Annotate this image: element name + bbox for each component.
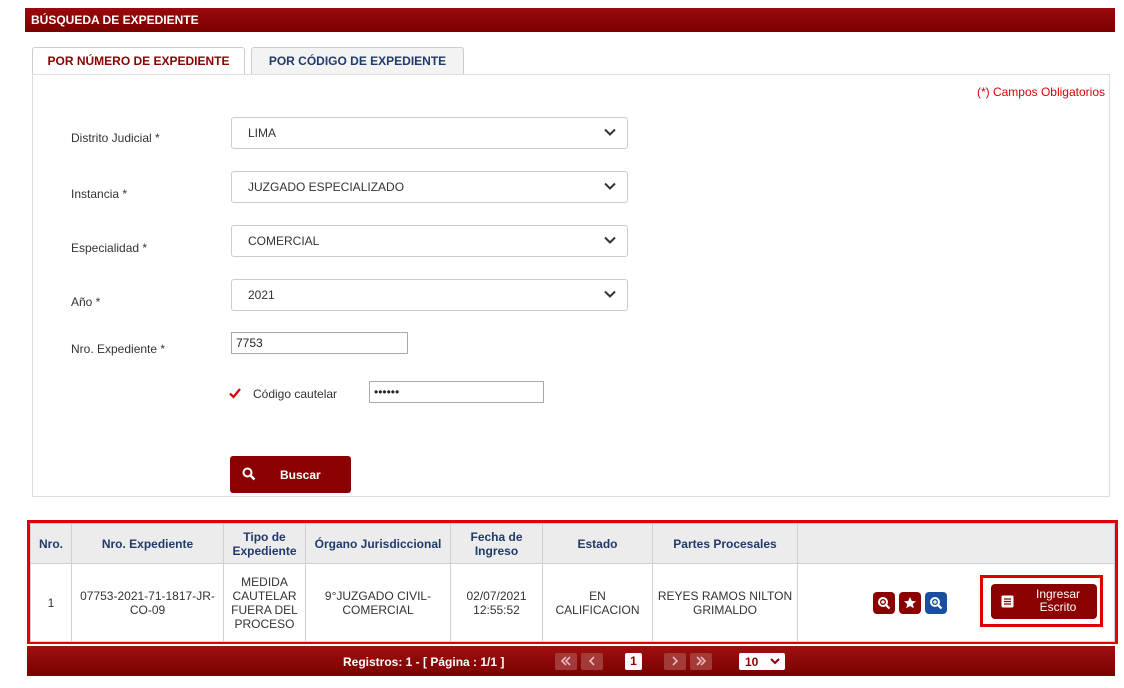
table-row: 1 07753-2021-71-1817-JR-CO-09 MEDIDA CAU… <box>30 563 1115 642</box>
pagination-info: Registros: 1 - [ Página : 1/1 ] <box>343 655 505 669</box>
codigo-cautelar-label: Código cautelar <box>253 387 338 401</box>
document-icon <box>1001 595 1014 608</box>
pagination-bar: Registros: 1 - [ Página : 1/1 ] 1 10 <box>27 646 1115 676</box>
chevron-down-icon <box>604 128 616 136</box>
last-page-button[interactable] <box>690 653 712 670</box>
header-bar: BÚSQUEDA DE EXPEDIENTE <box>25 8 1115 32</box>
next-page-icon <box>672 656 679 666</box>
first-page-button[interactable] <box>555 653 577 670</box>
check-icon[interactable] <box>228 386 242 400</box>
first-page-icon <box>560 656 571 666</box>
view-detail-button[interactable] <box>873 592 895 614</box>
tab-por-codigo[interactable]: POR CÓDIGO DE EXPEDIENTE <box>251 47 464 75</box>
results-table-container: Nro. Nro. Expediente Tipo de Expediente … <box>27 520 1118 644</box>
tab-por-numero[interactable]: POR NÚMERO DE EXPEDIENTE <box>32 47 245 76</box>
next-page-button[interactable] <box>664 653 686 670</box>
nro-expediente-input[interactable] <box>231 332 408 354</box>
star-icon <box>904 597 916 609</box>
results-table: Nro. Nro. Expediente Tipo de Expediente … <box>30 523 1115 642</box>
col-tipo: Tipo de Expediente <box>223 523 306 564</box>
col-acciones <box>797 523 1115 564</box>
distrito-label: Distrito Judicial * <box>71 131 160 145</box>
cell-partes: REYES RAMOS NILTON GRIMALDO <box>652 563 798 642</box>
instancia-value: JUZGADO ESPECIALIZADO <box>248 180 405 194</box>
cell-fecha: 02/07/2021 12:55:52 <box>450 563 543 642</box>
zoom-icon <box>878 597 891 610</box>
search-button[interactable]: Buscar <box>230 456 351 493</box>
prev-page-icon <box>588 656 595 666</box>
chevron-down-icon <box>770 658 780 665</box>
search-icon <box>242 467 256 481</box>
col-fecha: Fecha de Ingreso <box>450 523 543 564</box>
cell-nro: 1 <box>30 563 72 642</box>
instancia-select[interactable]: JUZGADO ESPECIALIZADO <box>231 171 628 203</box>
ingresar-escrito-label: Ingresar Escrito <box>1035 587 1081 614</box>
ingresar-escrito-button[interactable]: Ingresar Escrito <box>991 584 1097 619</box>
especialidad-value: COMERCIAL <box>248 234 320 248</box>
anio-value: 2021 <box>248 288 275 302</box>
page-1-button[interactable]: 1 <box>625 653 642 670</box>
favorite-button[interactable] <box>899 592 921 614</box>
last-page-icon <box>696 656 707 666</box>
col-organo: Órgano Jurisdiccional <box>305 523 451 564</box>
distrito-value: LIMA <box>248 126 277 140</box>
zoom-icon <box>930 597 943 610</box>
chevron-down-icon <box>604 236 616 244</box>
nro-expediente-label: Nro. Expediente * <box>71 342 166 356</box>
chevron-down-icon <box>604 290 616 298</box>
search-detail-button[interactable] <box>925 592 947 614</box>
cell-tipo: MEDIDA CAUTELAR FUERA DEL PROCESO <box>223 563 306 642</box>
page-title: BÚSQUEDA DE EXPEDIENTE <box>31 13 199 27</box>
search-panel: POR NÚMERO DE EXPEDIENTE POR CÓDIGO DE E… <box>32 47 1110 497</box>
required-note: (*) Campos Obligatorios <box>976 85 1105 99</box>
cell-expediente: 07753-2021-71-1817-JR-CO-09 <box>71 563 224 642</box>
instancia-label: Instancia * <box>71 187 128 201</box>
page-size-value: 10 <box>745 655 759 669</box>
distrito-select[interactable]: LIMA <box>231 117 628 149</box>
prev-page-button[interactable] <box>581 653 603 670</box>
especialidad-select[interactable]: COMERCIAL <box>231 225 628 257</box>
especialidad-label: Especialidad * <box>71 241 148 255</box>
col-partes: Partes Procesales <box>652 523 798 564</box>
col-nro-expediente: Nro. Expediente <box>71 523 224 564</box>
form-body: (*) Campos Obligatorios Distrito Judicia… <box>32 74 1110 497</box>
search-button-label: Buscar <box>280 468 321 482</box>
page-size-select[interactable]: 10 <box>739 653 785 670</box>
anio-select[interactable]: 2021 <box>231 279 628 311</box>
codigo-cautelar-input[interactable] <box>369 381 544 403</box>
ingresar-escrito-highlight: Ingresar Escrito <box>980 575 1103 627</box>
cell-estado: EN CALIFICACION <box>542 563 653 642</box>
table-header-row: Nro. Nro. Expediente Tipo de Expediente … <box>30 523 1115 564</box>
col-nro: Nro. <box>30 523 72 564</box>
col-estado: Estado <box>542 523 653 564</box>
chevron-down-icon <box>604 182 616 190</box>
cell-organo: 9°JUZGADO CIVIL-COMERCIAL <box>305 563 451 642</box>
anio-label: Año * <box>71 295 101 309</box>
